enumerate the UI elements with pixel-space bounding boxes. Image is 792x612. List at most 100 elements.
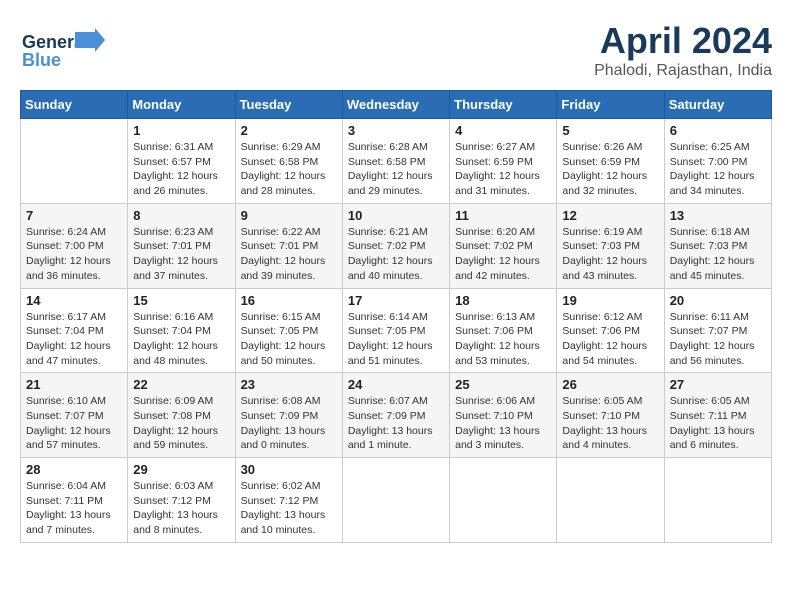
calendar-cell: 27 Sunrise: 6:05 AMSunset: 7:11 PMDayligh… [664,373,771,458]
day-number: 1 [133,123,229,138]
calendar-cell: 28Sunrise: 6:04 AMSunset: 7:11 PMDayligh… [21,458,128,543]
calendar-week-row: 7Sunrise: 6:24 AMSunset: 7:00 PMDaylight… [21,203,772,288]
calendar-cell: 4Sunrise: 6:27 AMSunset: 6:59 PMDaylight… [450,119,557,204]
calendar-cell: 15 Sunrise: 6:16 AMSunset: 7:04 PMDayligh… [128,288,235,373]
day-number: 18 [455,293,551,308]
day-number: 29 [133,462,229,477]
day-number: 12 [562,208,658,223]
calendar-cell: 20 Sunrise: 6:11 AMSunset: 7:07 PMDayligh… [664,288,771,373]
day-number: 16 [241,293,337,308]
calendar-cell: 2 Sunrise: 6:29 AMSunset: 6:58 PMDaylight… [235,119,342,204]
svg-text:Blue: Blue [22,50,61,70]
day-info: Sunrise: 6:20 AMSunset: 7:02 PMDaylight:… [455,225,551,284]
day-info: Sunrise: 6:10 AMSunset: 7:07 PMDaylight:… [26,394,122,453]
column-header-tuesday: Tuesday [235,91,342,119]
calendar-cell: 19Sunrise: 6:12 AMSunset: 7:06 PMDayligh… [557,288,664,373]
day-info: Sunrise: 6:08 AMSunset: 7:09 PMDaylight:… [241,394,337,453]
day-info: Sunrise: 6:31 AMSunset: 6:57 PMDaylight:… [133,140,229,199]
calendar-cell [21,119,128,204]
day-number: 30 [241,462,337,477]
day-number: 9 [241,208,337,223]
calendar-cell: 5 Sunrise: 6:26 AMSunset: 6:59 PMDaylight… [557,119,664,204]
day-info: Sunrise: 6:23 AMSunset: 7:01 PMDaylight:… [133,225,229,284]
day-number: 3 [348,123,444,138]
page-header: General Blue April 2024 Phalodi, Rajasth… [20,20,772,80]
calendar-cell: 11 Sunrise: 6:20 AMSunset: 7:02 PMDayligh… [450,203,557,288]
column-header-friday: Friday [557,91,664,119]
calendar-cell: 9 Sunrise: 6:22 AMSunset: 7:01 PMDaylight… [235,203,342,288]
calendar-cell: 8 Sunrise: 6:23 AMSunset: 7:01 PMDaylight… [128,203,235,288]
day-info: Sunrise: 6:06 AMSunset: 7:10 PMDaylight:… [455,394,551,453]
day-number: 4 [455,123,551,138]
day-info: Sunrise: 6:02 AMSunset: 7:12 PMDaylight:… [241,479,337,538]
day-info: Sunrise: 6:11 AMSunset: 7:07 PMDaylight:… [670,310,766,369]
calendar-cell: 30 Sunrise: 6:02 AMSunset: 7:12 PMDayligh… [235,458,342,543]
calendar-cell: 22 Sunrise: 6:09 AMSunset: 7:08 PMDayligh… [128,373,235,458]
day-number: 23 [241,377,337,392]
day-number: 5 [562,123,658,138]
calendar-cell: 23 Sunrise: 6:08 AMSunset: 7:09 PMDayligh… [235,373,342,458]
column-header-saturday: Saturday [664,91,771,119]
calendar-cell: 26 Sunrise: 6:05 AMSunset: 7:10 PMDayligh… [557,373,664,458]
day-info: Sunrise: 6:22 AMSunset: 7:01 PMDaylight:… [241,225,337,284]
day-info: Sunrise: 6:04 AMSunset: 7:11 PMDaylight:… [26,479,122,538]
day-number: 24 [348,377,444,392]
calendar-cell: 29 Sunrise: 6:03 AMSunset: 7:12 PMDayligh… [128,458,235,543]
day-info: Sunrise: 6:05 AMSunset: 7:10 PMDaylight:… [562,394,658,453]
calendar-cell: 21Sunrise: 6:10 AMSunset: 7:07 PMDayligh… [21,373,128,458]
calendar-cell [664,458,771,543]
day-info: Sunrise: 6:16 AMSunset: 7:04 PMDaylight:… [133,310,229,369]
day-info: Sunrise: 6:26 AMSunset: 6:59 PMDaylight:… [562,140,658,199]
day-number: 7 [26,208,122,223]
day-number: 8 [133,208,229,223]
day-number: 6 [670,123,766,138]
day-info: Sunrise: 6:14 AMSunset: 7:05 PMDaylight:… [348,310,444,369]
day-info: Sunrise: 6:03 AMSunset: 7:12 PMDaylight:… [133,479,229,538]
day-info: Sunrise: 6:19 AMSunset: 7:03 PMDaylight:… [562,225,658,284]
calendar-cell [342,458,449,543]
day-number: 22 [133,377,229,392]
calendar-table: SundayMondayTuesdayWednesdayThursdayFrid… [20,90,772,543]
calendar-cell: 10Sunrise: 6:21 AMSunset: 7:02 PMDayligh… [342,203,449,288]
day-info: Sunrise: 6:18 AMSunset: 7:03 PMDaylight:… [670,225,766,284]
calendar-cell: 16 Sunrise: 6:15 AMSunset: 7:05 PMDayligh… [235,288,342,373]
calendar-week-row: 28Sunrise: 6:04 AMSunset: 7:11 PMDayligh… [21,458,772,543]
day-number: 11 [455,208,551,223]
day-info: Sunrise: 6:05 AMSunset: 7:11 PMDaylight:… [670,394,766,453]
day-info: Sunrise: 6:12 AMSunset: 7:06 PMDaylight:… [562,310,658,369]
location: Phalodi, Rajasthan, India [594,62,772,80]
calendar-cell: 25 Sunrise: 6:06 AMSunset: 7:10 PMDayligh… [450,373,557,458]
column-header-wednesday: Wednesday [342,91,449,119]
day-number: 17 [348,293,444,308]
logo: General Blue [20,20,110,75]
day-info: Sunrise: 6:28 AMSunset: 6:58 PMDaylight:… [348,140,444,199]
day-number: 10 [348,208,444,223]
calendar-cell: 3 Sunrise: 6:28 AMSunset: 6:58 PMDaylight… [342,119,449,204]
day-info: Sunrise: 6:29 AMSunset: 6:58 PMDaylight:… [241,140,337,199]
day-number: 2 [241,123,337,138]
day-info: Sunrise: 6:15 AMSunset: 7:05 PMDaylight:… [241,310,337,369]
day-number: 15 [133,293,229,308]
day-number: 14 [26,293,122,308]
month-title: April 2024 [594,20,772,62]
calendar-cell: 24Sunrise: 6:07 AMSunset: 7:09 PMDayligh… [342,373,449,458]
day-info: Sunrise: 6:09 AMSunset: 7:08 PMDaylight:… [133,394,229,453]
day-number: 20 [670,293,766,308]
title-area: April 2024 Phalodi, Rajasthan, India [594,20,772,80]
calendar-cell: 6 Sunrise: 6:25 AMSunset: 7:00 PMDaylight… [664,119,771,204]
calendar-cell: 18 Sunrise: 6:13 AMSunset: 7:06 PMDayligh… [450,288,557,373]
calendar-week-row: 21Sunrise: 6:10 AMSunset: 7:07 PMDayligh… [21,373,772,458]
day-number: 27 [670,377,766,392]
day-info: Sunrise: 6:13 AMSunset: 7:06 PMDaylight:… [455,310,551,369]
column-header-monday: Monday [128,91,235,119]
calendar-cell [557,458,664,543]
calendar-cell: 7Sunrise: 6:24 AMSunset: 7:00 PMDaylight… [21,203,128,288]
day-number: 26 [562,377,658,392]
day-info: Sunrise: 6:25 AMSunset: 7:00 PMDaylight:… [670,140,766,199]
day-number: 25 [455,377,551,392]
column-header-sunday: Sunday [21,91,128,119]
calendar-cell: 13Sunrise: 6:18 AMSunset: 7:03 PMDayligh… [664,203,771,288]
calendar-cell: 12 Sunrise: 6:19 AMSunset: 7:03 PMDayligh… [557,203,664,288]
column-header-thursday: Thursday [450,91,557,119]
calendar-cell: 17 Sunrise: 6:14 AMSunset: 7:05 PMDayligh… [342,288,449,373]
